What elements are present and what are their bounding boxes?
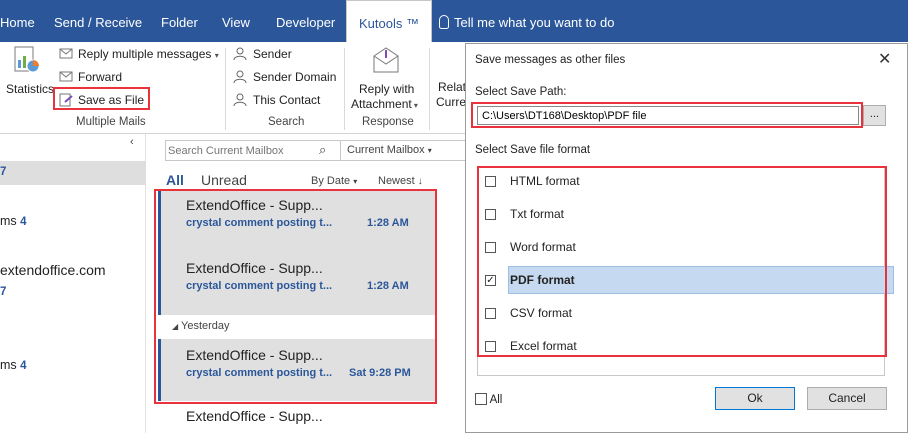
folder-item[interactable]: ms 4 — [0, 214, 27, 228]
search-input[interactable] — [168, 142, 312, 159]
sort-by-date[interactable]: By Date ▾ — [311, 175, 357, 187]
reply-multiple-label: Reply multiple messages — [78, 47, 212, 61]
filter-all[interactable]: All — [166, 172, 184, 188]
search-scope-dropdown[interactable]: Current Mailbox ▾ — [347, 144, 432, 156]
statistics-label: Statistics — [6, 82, 55, 96]
tab-send-receive[interactable]: Send / Receive — [54, 0, 142, 42]
folder-unread-count: 7 — [0, 166, 7, 178]
statistics-button[interactable]: Statistics — [0, 44, 55, 98]
folder-pane: ‹ 7 ms 4 extendoffice.com 7 ms 4 — [0, 134, 146, 433]
save-path-highlight — [471, 102, 863, 128]
group-label-response: Response — [362, 116, 414, 128]
browse-button[interactable]: ... — [863, 105, 886, 126]
forward-label: Forward — [78, 70, 123, 84]
group-label-multiple-mails: Multiple Mails — [76, 116, 146, 128]
person-icon — [233, 70, 247, 84]
sender-button[interactable]: Sender — [233, 47, 292, 61]
person-icon — [233, 47, 247, 61]
tab-developer[interactable]: Developer — [276, 0, 335, 42]
reply-with-label: Reply with — [359, 82, 415, 96]
save-format-label: Select Save file format — [475, 144, 591, 156]
current-button-label[interactable]: Curre — [436, 95, 466, 109]
tab-folder[interactable]: Folder — [161, 0, 198, 42]
this-contact-button[interactable]: This Contact — [233, 93, 320, 107]
save-as-file-highlight — [53, 87, 150, 110]
reply-icon — [59, 48, 73, 59]
dropdown-arrow-icon: ▾ — [214, 51, 219, 60]
group-separator — [344, 48, 345, 130]
search-box[interactable]: ⌕ Current Mailbox ▾ — [165, 140, 481, 161]
list-item[interactable]: ExtendOffice - Supp... — [158, 404, 436, 433]
ribbon-tab-bar: Home Send / Receive Folder View Develope… — [0, 0, 908, 42]
selected-mails-highlight — [154, 189, 437, 404]
this-contact-label: This Contact — [253, 93, 321, 107]
search-divider — [340, 141, 341, 160]
folder-unread-count: 7 — [0, 286, 7, 298]
forward-icon — [59, 71, 73, 82]
checkbox[interactable] — [475, 393, 487, 405]
ok-button[interactable]: Ok — [715, 387, 795, 410]
tell-me-search[interactable]: Tell me what you want to do — [439, 0, 614, 42]
person-icon — [233, 93, 247, 107]
lightbulb-icon — [439, 15, 449, 29]
folder-item[interactable]: ms 4 — [0, 358, 27, 372]
attachment-label: Attachment ▾ — [351, 97, 418, 111]
chevron-down-icon: ▾ — [427, 146, 432, 155]
tab-kutools[interactable]: Kutools ™ — [346, 0, 432, 42]
group-separator — [429, 48, 430, 130]
related-button-label[interactable]: Relat — [438, 80, 466, 94]
tell-me-label: Tell me what you want to do — [454, 15, 615, 30]
group-separator — [225, 48, 226, 130]
sender-domain-button[interactable]: Sender Domain — [233, 70, 336, 84]
tab-view[interactable]: View — [222, 0, 250, 42]
reply-multiple-button[interactable]: Reply multiple messages ▾ — [58, 47, 219, 61]
forward-button[interactable]: Forward — [58, 70, 122, 84]
cancel-button[interactable]: Cancel — [807, 387, 887, 410]
reply-with-attachment-button[interactable]: Reply with Attachment ▾ — [349, 44, 427, 114]
sender-domain-label: Sender Domain — [253, 70, 337, 84]
collapse-pane-button[interactable]: ‹ — [130, 136, 134, 148]
save-messages-dialog: Save messages as other files ✕ Select Sa… — [465, 43, 908, 433]
mail-sender: ExtendOffice - Supp... — [186, 408, 323, 424]
search-icon[interactable]: ⌕ — [319, 142, 326, 158]
filter-unread[interactable]: Unread — [201, 172, 247, 188]
reply-attachment-icon — [373, 47, 399, 73]
close-icon[interactable]: ✕ — [878, 49, 891, 69]
select-all-checkbox[interactable]: All — [475, 393, 502, 406]
save-path-label: Select Save Path: — [475, 86, 567, 98]
sender-label: Sender — [253, 47, 292, 61]
sort-order[interactable]: Newest ↓ — [378, 175, 423, 187]
group-label-search: Search — [268, 116, 305, 128]
statistics-icon — [14, 46, 40, 73]
account-name[interactable]: extendoffice.com — [0, 262, 106, 278]
format-list-highlight — [477, 166, 887, 357]
tab-home[interactable]: Home — [0, 0, 35, 42]
dialog-title: Save messages as other files — [475, 54, 626, 66]
folder-item-selected[interactable]: 7 — [0, 161, 146, 185]
